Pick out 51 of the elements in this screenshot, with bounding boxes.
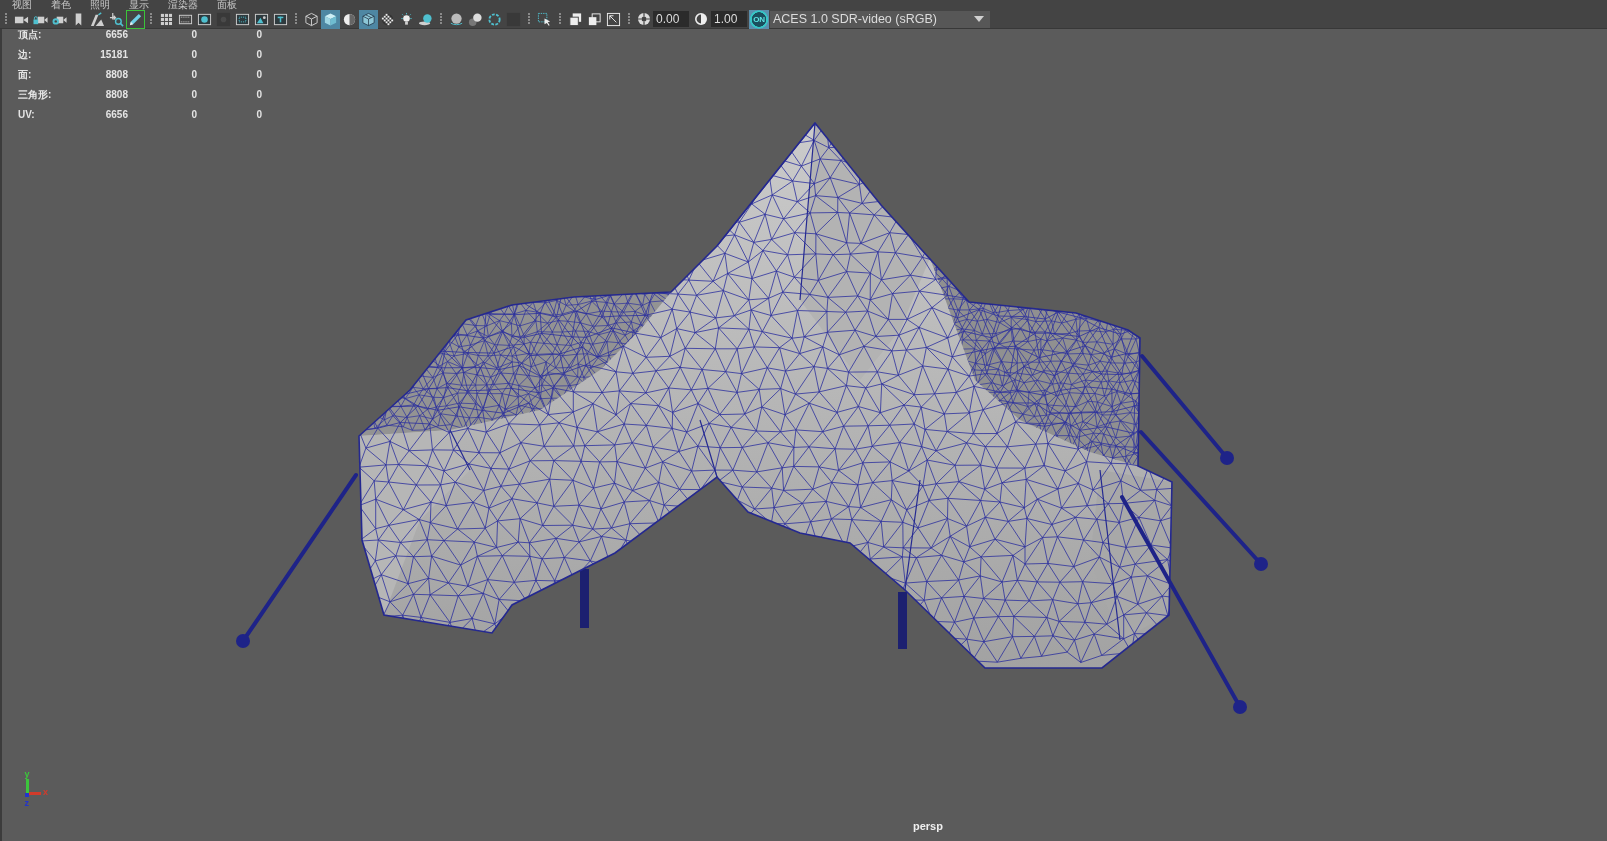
dashed-ring-icon: [487, 11, 502, 27]
stat-value: 0: [191, 69, 197, 81]
shaded-wire-cube-icon: [361, 11, 376, 27]
stat-value: 0: [256, 29, 262, 41]
axis-label: y: [24, 769, 30, 779]
stat-label: 面:: [18, 69, 32, 81]
menu-item[interactable]: 着色: [51, 0, 71, 10]
caret-icon: [974, 16, 984, 22]
stat-value: 0: [256, 49, 262, 61]
sphere-shadow-icon: [418, 11, 433, 27]
gamma-field[interactable]: 1.00: [711, 11, 747, 27]
shaded-sphere-icon: [449, 11, 464, 27]
solid-cube-icon: [323, 11, 338, 27]
pencil-icon: [128, 11, 143, 27]
stat-value: 0: [191, 109, 197, 121]
menu-item[interactable]: 面板: [217, 0, 237, 10]
stat-value: 0: [256, 89, 262, 101]
stat-label: 三角形:: [18, 89, 52, 101]
stat-value: 0: [256, 109, 262, 121]
select-cursor-icon: [537, 11, 552, 27]
axis-label: z: [24, 798, 29, 808]
slanted-planes-icon: [90, 11, 105, 27]
two-spheres-icon: [468, 11, 483, 27]
stat-value: 0: [191, 29, 197, 41]
stat-label: UV:: [18, 109, 35, 121]
grid-icon: [159, 11, 174, 27]
stat-value: 8808: [105, 69, 128, 81]
light-bulb-icon: [399, 11, 414, 27]
stat-value: 6656: [105, 109, 128, 121]
menu-item[interactable]: 渲染器: [168, 0, 198, 10]
stat-value: 0: [256, 69, 262, 81]
offset-squares-icon: [587, 11, 602, 27]
stat-label: 顶点:: [18, 29, 42, 41]
camera-label: persp: [913, 820, 943, 832]
menu-item[interactable]: 显示: [129, 0, 149, 10]
menu-item[interactable]: 视图: [12, 0, 32, 10]
toolbar-button[interactable]: [126, 9, 145, 29]
stat-value: 0: [191, 89, 197, 101]
half-shaded-sphere-icon: [342, 11, 357, 27]
exposure-field[interactable]: 0.00: [653, 11, 689, 27]
arrow-magnifier-icon: [109, 11, 124, 27]
wire-cube-icon: [304, 11, 319, 27]
stat-value: 8808: [105, 89, 128, 101]
stat-label: 边:: [18, 49, 32, 61]
stat-value: 15181: [100, 49, 128, 61]
half-circle-icon: [693, 11, 709, 27]
menu-item[interactable]: 照明: [90, 0, 110, 10]
stat-value: 6656: [105, 29, 128, 41]
view-transform-dropdown[interactable]: ACES 1.0 SDR-video (sRGB): [770, 10, 990, 28]
axis-label: x: [43, 787, 48, 797]
stat-value: 0: [191, 49, 197, 61]
